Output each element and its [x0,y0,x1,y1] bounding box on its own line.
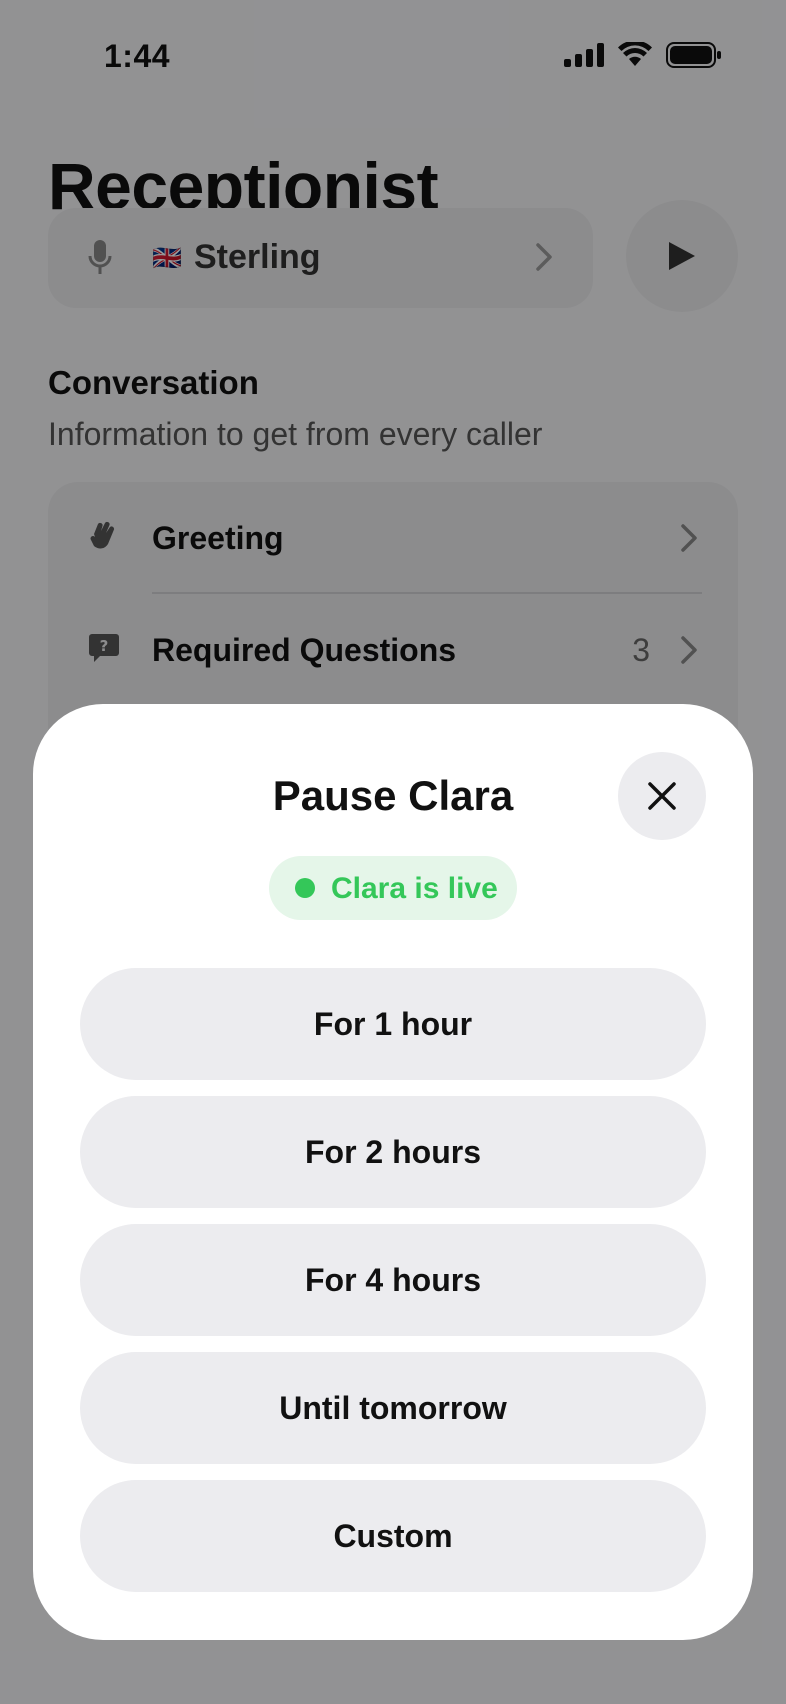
screen: 1:44 Receptionist 🇬🇧 Sterling Conversati… [0,0,786,1704]
live-dot [295,878,315,898]
status-badge: Clara is live [269,856,517,920]
status-text: Clara is live [331,872,498,905]
pause-sheet: Pause Clara Clara is live For 1 hour For… [33,704,753,1640]
option-custom[interactable]: Custom [80,1480,706,1592]
close-icon [648,782,676,810]
option-1-hour[interactable]: For 1 hour [80,968,706,1080]
option-until-tomorrow[interactable]: Until tomorrow [80,1352,706,1464]
close-button[interactable] [618,752,706,840]
option-4-hours[interactable]: For 4 hours [80,1224,706,1336]
option-2-hours[interactable]: For 2 hours [80,1096,706,1208]
